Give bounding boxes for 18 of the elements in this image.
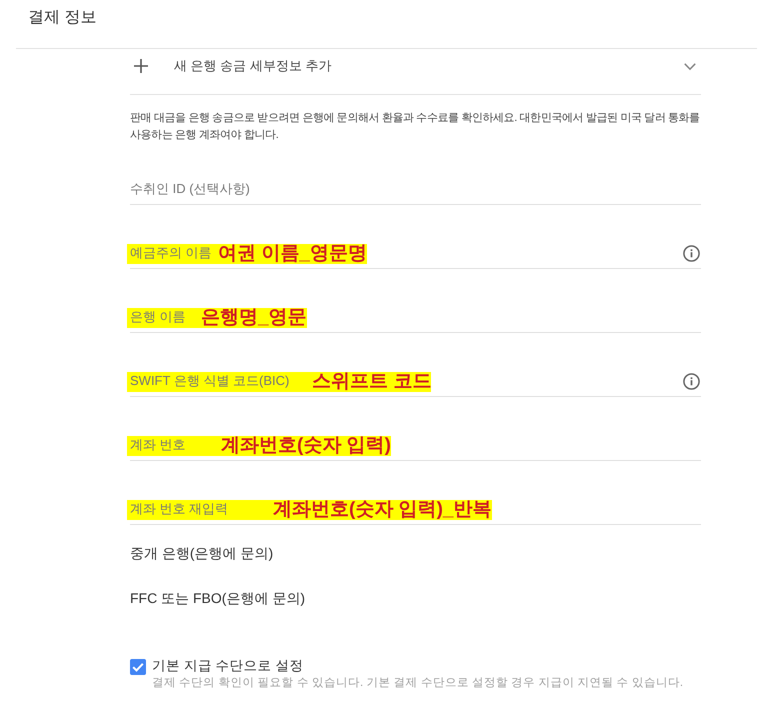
option-link[interactable]: 중개 은행(은행에 문의): [130, 543, 274, 563]
annotation-text: 스위프트 코드: [312, 371, 432, 393]
chevron-down-icon[interactable]: [684, 63, 696, 71]
annotation-text: 여권 이름_영문명: [218, 243, 367, 265]
page-title: 결제 정보: [28, 8, 96, 28]
annotation-text: 계좌번호(숫자 입력): [221, 435, 391, 457]
checkbox[interactable]: [130, 659, 146, 675]
helper-text: 결제 수단의 확인이 필요할 수 있습니다. 기본 결제 수단으로 설정할 경우 지급이 지연될 수 있습니다.: [152, 676, 684, 691]
info-icon[interactable]: [683, 373, 700, 390]
input-field[interactable]: 수취인 ID (선택사항): [130, 175, 701, 205]
info-icon[interactable]: [683, 245, 700, 262]
notice-text: 판매 대금을 은행 송금으로 받으려면 은행에 문의해서 환율과 수수료를 확인하세요. 대한민국에서 발급된 미국 달러 통화를 사용하는 은행 계좌여야 합니다.: [130, 111, 701, 143]
option-link[interactable]: FFC 또는 FBO(은행에 문의): [130, 588, 305, 608]
plus-icon[interactable]: [134, 59, 148, 73]
annotation-text: 은행명_영문: [201, 307, 307, 329]
annotation-text: 계좌번호(숫자 입력)_반복: [273, 499, 492, 521]
section-title[interactable]: 새 은행 송금 세부정보 추가: [174, 57, 332, 75]
checkbox-label[interactable]: 기본 지급 수단으로 설정: [152, 658, 684, 674]
